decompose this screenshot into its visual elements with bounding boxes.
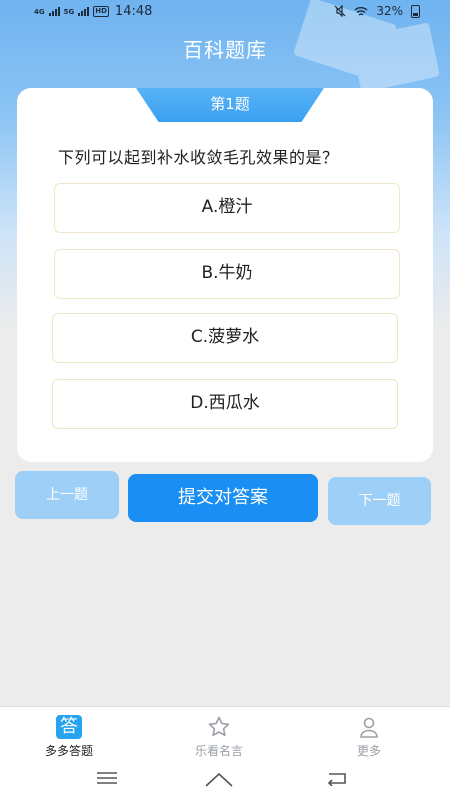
battery-icon [411, 4, 420, 18]
question-text: 下列可以起到补水收敛毛孔效果的是？ [58, 148, 339, 167]
signal-icon [48, 7, 60, 16]
option-a[interactable]: A.橙汁 [54, 183, 400, 233]
tab-quotes[interactable]: 乐看名言 [164, 713, 274, 759]
tab-quiz-label: 多多答题 [44, 744, 93, 758]
question-number-badge: 第1题 [136, 88, 324, 122]
back-icon[interactable] [326, 770, 348, 786]
status-bar: 4G 5G HD 14:48 32% [0, 0, 450, 26]
mute-icon [334, 5, 346, 17]
next-question-button[interactable]: 下一题 [328, 477, 431, 525]
option-d[interactable]: D.西瓜水 [52, 379, 398, 429]
option-c[interactable]: C.菠萝水 [52, 313, 398, 363]
person-icon [360, 717, 378, 738]
battery-percent: 32% [376, 4, 403, 18]
option-b[interactable]: B.牛奶 [54, 249, 400, 299]
tab-more[interactable]: 更多 [314, 713, 424, 759]
wifi-icon [354, 6, 368, 16]
quiz-icon: 答 [56, 715, 82, 739]
status-time: 14:48 [114, 4, 153, 19]
sim2-label: 5G [63, 7, 75, 16]
menu-icon[interactable] [96, 770, 118, 786]
tab-quotes-label: 乐看名言 [194, 744, 243, 758]
star-icon [208, 716, 230, 737]
page-title: 百科题库 [183, 38, 267, 62]
sim1-label: 4G [34, 7, 45, 16]
hd-badge: HD [93, 6, 109, 17]
tab-more-label: 更多 [356, 744, 381, 758]
signal-icon [78, 7, 90, 16]
home-icon[interactable] [204, 770, 234, 788]
tab-quiz[interactable]: 答 多多答题 [14, 713, 124, 759]
system-nav-bar [0, 762, 450, 800]
prev-question-button[interactable]: 上一题 [15, 471, 119, 519]
bottom-tab-bar: 答 多多答题 乐看名言 更多 [0, 706, 450, 762]
submit-answer-button[interactable]: 提交对答案 [128, 474, 318, 522]
